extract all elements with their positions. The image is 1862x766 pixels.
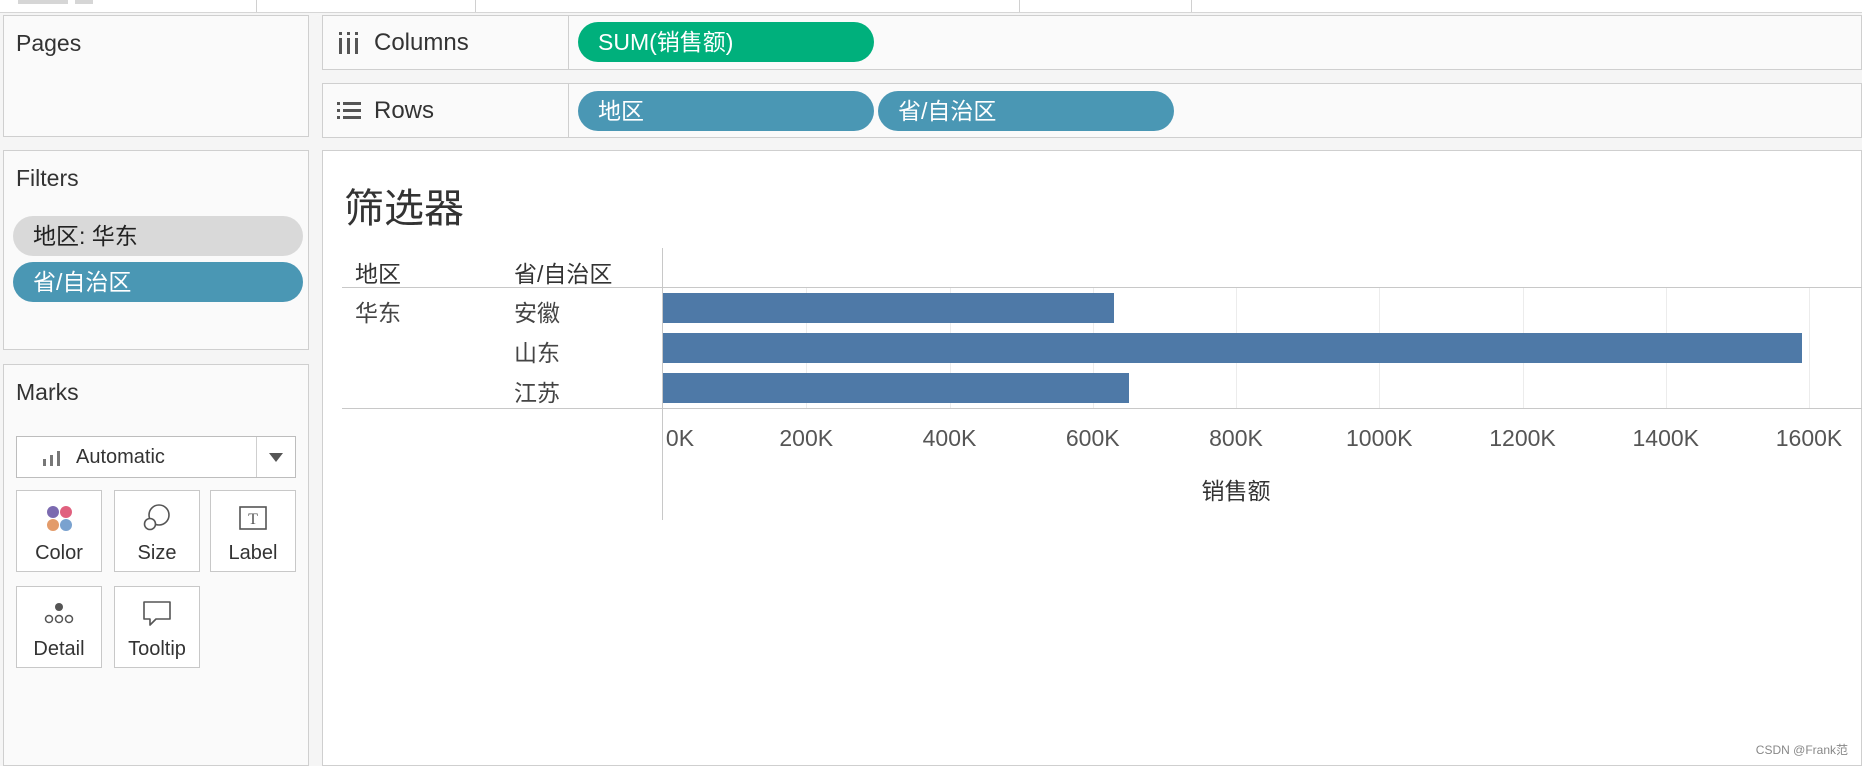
pages-title: Pages bbox=[16, 30, 82, 56]
header-province: 省/自治区 bbox=[514, 261, 613, 287]
tab-divider bbox=[1019, 0, 1020, 12]
label-label: Label bbox=[228, 542, 278, 564]
size-label: Size bbox=[137, 542, 177, 564]
x-tick-label: 1200K bbox=[1489, 425, 1556, 451]
label-text-icon: T bbox=[239, 506, 267, 530]
x-tick-label: 0K bbox=[665, 425, 695, 451]
columns-icon bbox=[339, 31, 358, 54]
chevron-down-icon[interactable] bbox=[269, 453, 283, 462]
bar[interactable] bbox=[663, 373, 1129, 403]
detail-dots-icon bbox=[44, 603, 74, 624]
x-tick-label: 1400K bbox=[1632, 425, 1700, 451]
table-bottom-divider bbox=[342, 408, 1862, 409]
filter-pill-region[interactable]: 地区: 华东 bbox=[13, 216, 303, 256]
dropdown-divider bbox=[256, 437, 257, 477]
filters-title: Filters bbox=[16, 165, 79, 191]
top-tab-strip bbox=[0, 0, 1862, 13]
rows-shelf[interactable]: Rows 地区 省/自治区 bbox=[322, 83, 1862, 138]
filter-pill-province[interactable]: 省/自治区 bbox=[13, 262, 303, 302]
sheet-title: 筛选器 bbox=[344, 187, 464, 231]
x-tick-label: 800K bbox=[1209, 425, 1263, 451]
color-dots-icon bbox=[47, 506, 72, 531]
header-divider bbox=[342, 287, 1862, 288]
tab-stub[interactable] bbox=[75, 0, 93, 4]
rows-icon bbox=[337, 101, 361, 119]
tab-divider bbox=[256, 0, 257, 12]
columns-pill-sum-sales[interactable]: SUM(销售额) bbox=[578, 22, 874, 62]
rows-label: Rows bbox=[374, 96, 435, 124]
size-circles-icon bbox=[143, 504, 170, 531]
x-tick-label: 400K bbox=[922, 425, 977, 451]
x-tick-label: 200K bbox=[779, 425, 834, 451]
x-tick-label: 1600K bbox=[1775, 425, 1843, 451]
columns-shelf[interactable]: Columns SUM(销售额) bbox=[322, 15, 1862, 70]
marks-color-button[interactable]: Color bbox=[16, 490, 102, 572]
rows-shelf-header: Rows bbox=[323, 84, 569, 137]
watermark: CSDN @Frank范 bbox=[1755, 743, 1848, 757]
rows-pill-region[interactable]: 地区 bbox=[578, 91, 874, 131]
view-canvas[interactable] bbox=[322, 150, 1862, 766]
tab-divider bbox=[1191, 0, 1192, 12]
x-tick-label: 1000K bbox=[1345, 425, 1413, 451]
mark-type-dropdown[interactable]: Automatic bbox=[16, 436, 296, 478]
tooltip-label: Tooltip bbox=[128, 638, 186, 660]
rows-pill-province[interactable]: 省/自治区 bbox=[878, 91, 1174, 131]
row-province-label: 山东 bbox=[514, 340, 560, 366]
svg-text:T: T bbox=[248, 511, 258, 528]
tab-stub[interactable] bbox=[18, 0, 68, 4]
gridline bbox=[1809, 288, 1810, 408]
marks-detail-button[interactable]: Detail bbox=[16, 586, 102, 668]
pages-card[interactable]: Pages bbox=[3, 15, 309, 137]
bar[interactable] bbox=[663, 333, 1802, 363]
header-region: 地区 bbox=[355, 261, 401, 287]
x-tick-label: 600K bbox=[1065, 425, 1120, 451]
x-axis-title: 销售额 bbox=[1201, 478, 1271, 504]
marks-label-button[interactable]: T Label bbox=[210, 490, 296, 572]
tab-divider bbox=[475, 0, 476, 12]
marks-size-button[interactable]: Size bbox=[114, 490, 200, 572]
tooltip-bubble-icon bbox=[143, 601, 171, 626]
filters-card[interactable]: Filters 地区: 华东 省/自治区 bbox=[3, 150, 309, 350]
detail-label: Detail bbox=[33, 638, 85, 660]
color-label: Color bbox=[35, 542, 83, 564]
mark-type-label: Automatic bbox=[76, 446, 165, 468]
marks-title: Marks bbox=[16, 379, 79, 405]
marks-tooltip-button[interactable]: Tooltip bbox=[114, 586, 200, 668]
row-region-label: 华东 bbox=[355, 300, 401, 326]
columns-label: Columns bbox=[374, 28, 469, 56]
bar-chart-icon bbox=[43, 451, 60, 466]
columns-shelf-header: Columns bbox=[323, 16, 569, 69]
bar[interactable] bbox=[663, 293, 1115, 323]
row-province-label: 江苏 bbox=[514, 380, 560, 406]
row-province-label: 安徽 bbox=[514, 300, 560, 326]
